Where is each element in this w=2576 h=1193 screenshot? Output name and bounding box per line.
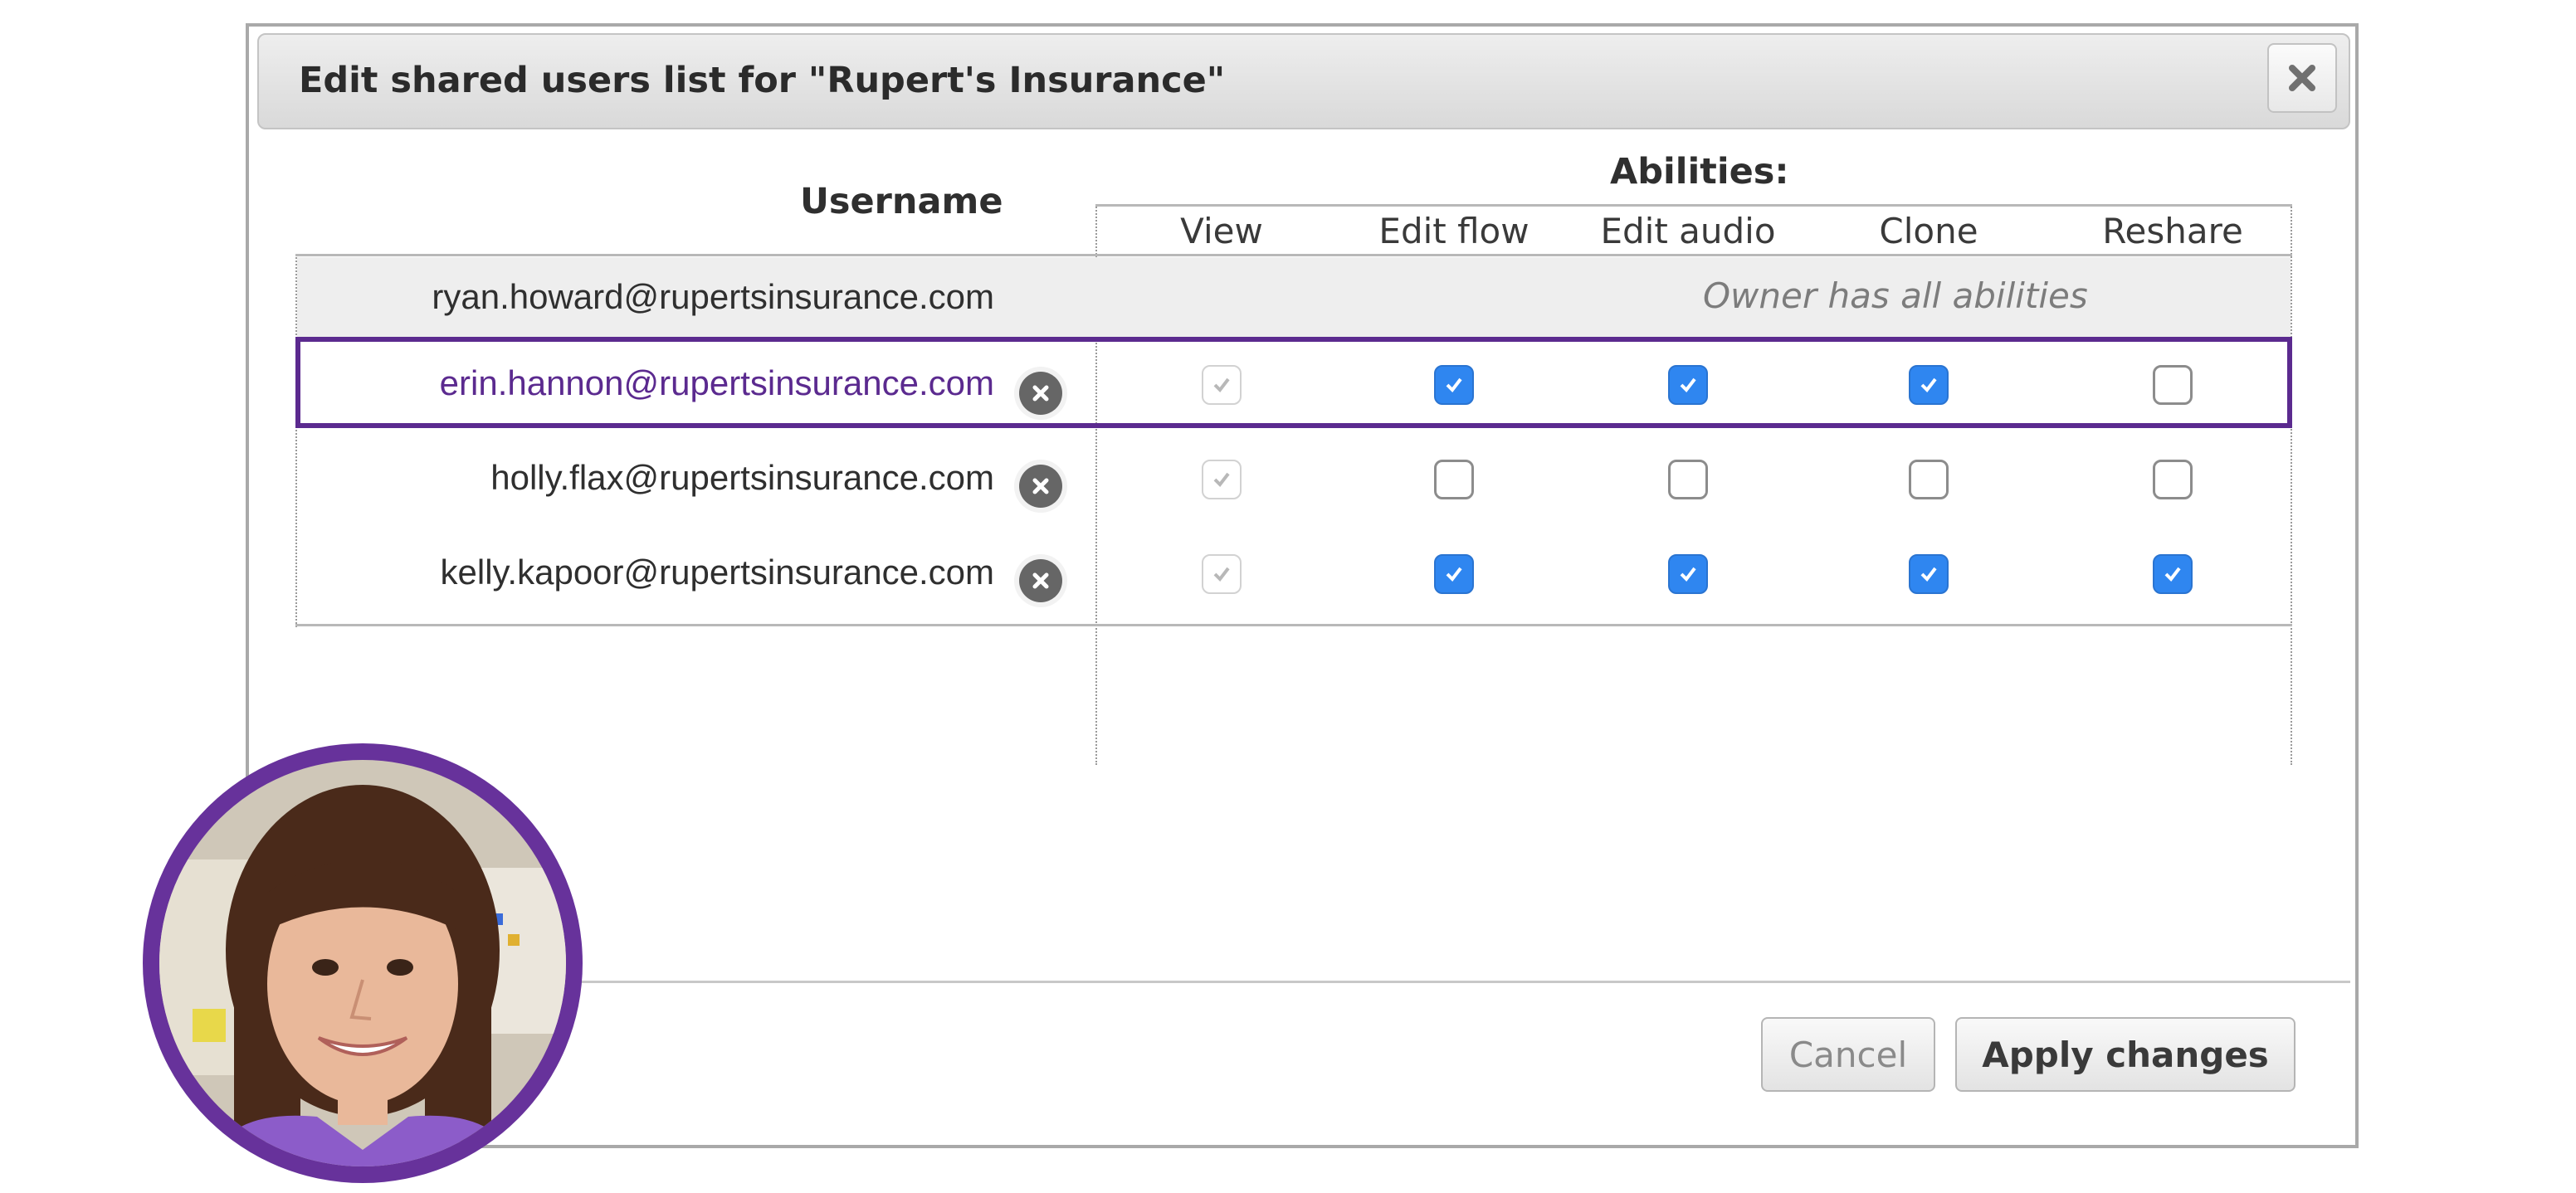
cancel-button[interactable]: Cancel: [1761, 1017, 1935, 1092]
avatar-photo: [159, 760, 566, 1166]
dialog-titlebar: Edit shared users list for "Rupert's Ins…: [257, 33, 2350, 129]
remove-user-button[interactable]: [1019, 559, 1062, 602]
checkbox-reshare[interactable]: [2153, 460, 2193, 499]
username-column-header: Username: [800, 181, 1003, 222]
checkbox-edit-flow[interactable]: [1434, 460, 1474, 499]
avatar: [143, 743, 583, 1183]
owner-note: Owner has all abilities: [1703, 275, 2088, 316]
checkbox-view-disabled: [1202, 554, 1242, 594]
remove-user-button[interactable]: [1019, 465, 1062, 508]
checkbox-reshare[interactable]: [2153, 554, 2193, 594]
checkbox-clone[interactable]: [1909, 460, 1949, 499]
remove-user-icon: [1032, 478, 1049, 494]
checkbox-clone[interactable]: [1909, 554, 1949, 594]
user-row-username: erin.hannon@rupertsinsurance.com: [439, 363, 994, 402]
close-icon: [2289, 65, 2315, 91]
dialog-title: Edit shared users list for "Rupert's Ins…: [299, 60, 1226, 101]
checkbox-reshare[interactable]: [2153, 365, 2193, 405]
close-button[interactable]: [2267, 43, 2337, 113]
apply-changes-button[interactable]: Apply changes: [1955, 1017, 2295, 1092]
remove-user-icon: [1032, 385, 1049, 402]
col-clone-header: Clone: [1879, 211, 1978, 251]
user-row-username: kelly.kapoor@rupertsinsurance.com: [440, 553, 994, 592]
owner-username: ryan.howard@rupertsinsurance.com: [432, 277, 994, 316]
checkbox-view-disabled: [1202, 365, 1242, 405]
checkbox-edit-flow[interactable]: [1434, 554, 1474, 594]
abilities-header: Abilities:: [1610, 151, 1789, 192]
col-edit-flow-header: Edit flow: [1378, 211, 1530, 251]
checkbox-clone[interactable]: [1909, 365, 1949, 405]
col-edit-audio-header: Edit audio: [1600, 211, 1776, 251]
col-reshare-header: Reshare: [2102, 211, 2243, 251]
col-view-header: View: [1180, 211, 1263, 251]
checkbox-edit-audio[interactable]: [1668, 365, 1708, 405]
checkbox-edit-audio[interactable]: [1668, 554, 1708, 594]
user-row-username: holly.flax@rupertsinsurance.com: [490, 458, 994, 497]
checkbox-edit-audio[interactable]: [1668, 460, 1708, 499]
checkbox-edit-flow[interactable]: [1434, 365, 1474, 405]
remove-user-button[interactable]: [1019, 372, 1062, 415]
checkbox-view-disabled: [1202, 460, 1242, 499]
remove-user-icon: [1032, 572, 1049, 589]
